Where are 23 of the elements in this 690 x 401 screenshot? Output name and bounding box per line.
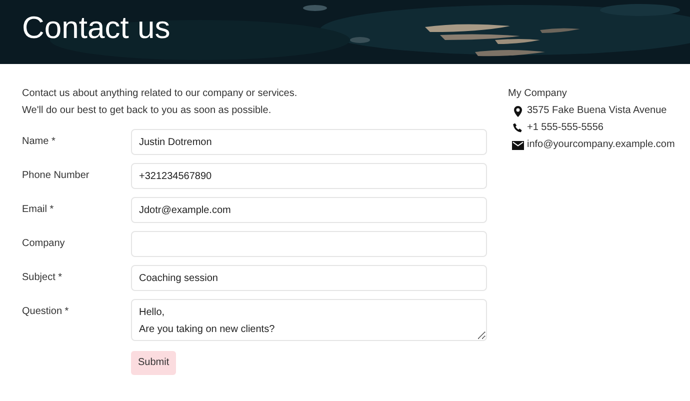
input-field[interactable] [131,231,487,257]
pin-icon [514,106,522,116]
input-field[interactable]: Coaching session [131,265,487,291]
envelope-icon [512,140,524,150]
input-field[interactable]: Justin Dotremon [131,129,487,155]
field-label: Question * [22,305,70,318]
page-title: Contact us [22,9,170,47]
field-label: Subject * [22,271,64,284]
input-field[interactable]: Jdotr@example.com [131,197,487,223]
field-label: Phone Number [22,169,90,182]
field-label: Email * [22,203,55,216]
email-text: info@yourcompany.example.com [527,139,675,151]
submit-button[interactable]: Submit [131,350,176,374]
phone-icon [512,123,522,133]
address-text: 3575 Fake Buena Vista Avenue [527,105,667,117]
intro-text: Contact us about anything related to our company or services. [22,88,298,100]
intro-text: We'll do our best to get back to you as soon as possible. [22,105,272,117]
phone-text: +1 555-555-5556 [527,122,604,134]
input-field[interactable]: +321234567890 [131,163,487,189]
question-textarea[interactable]: Hello, Are you taking on new clients? [131,299,487,341]
company-name: My Company [508,88,567,100]
field-label: Company [22,237,66,250]
field-label: Name * [22,135,56,148]
